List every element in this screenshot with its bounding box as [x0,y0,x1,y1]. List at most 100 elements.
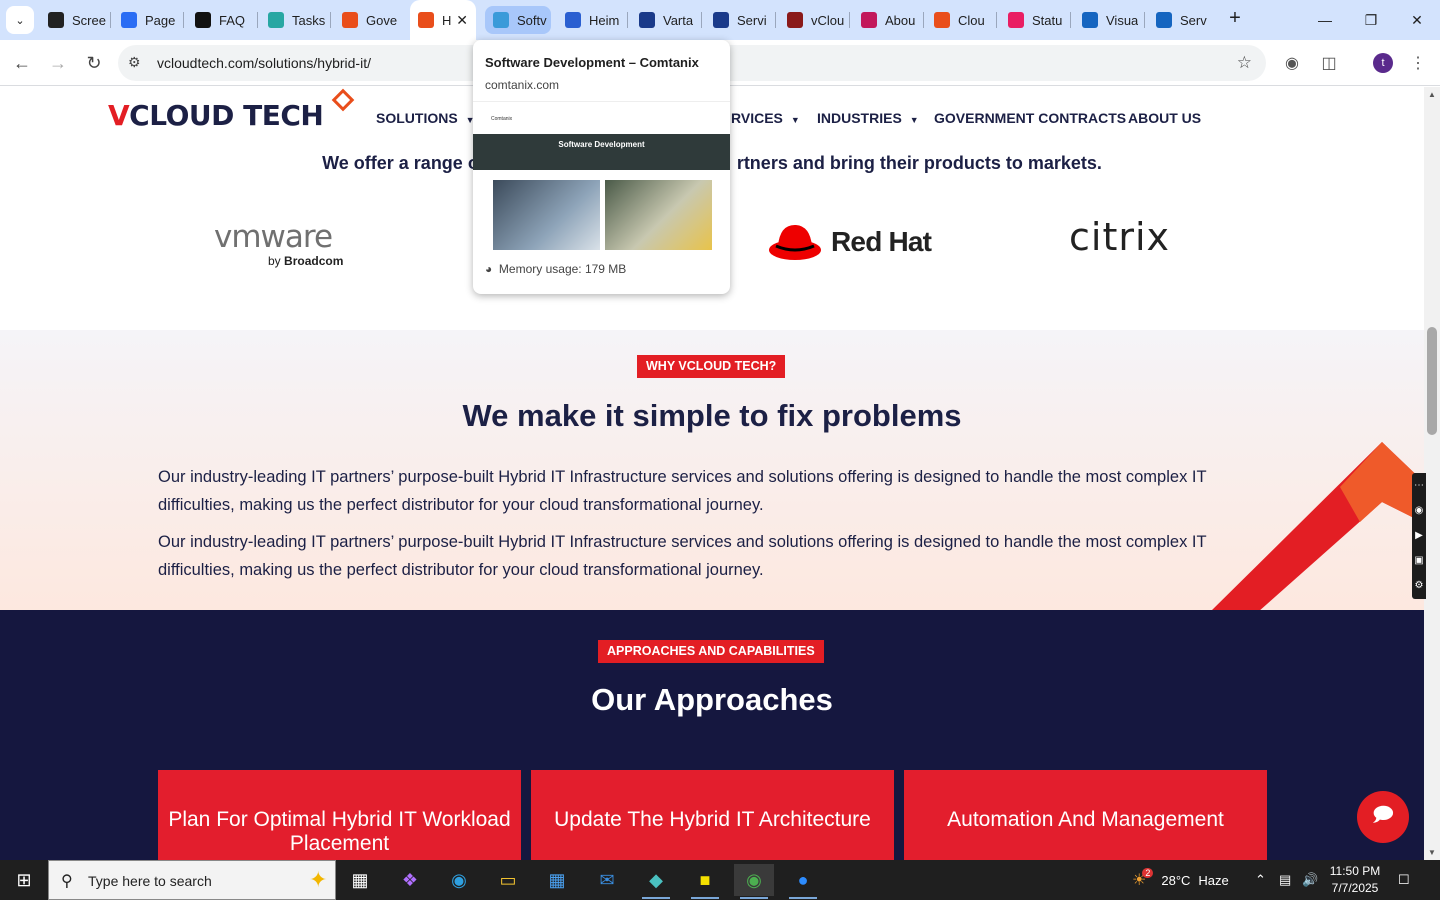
restore-button[interactable]: ❐ [1348,0,1394,40]
nav-label: RVICES [731,110,783,126]
video-icon[interactable]: ▶ [1412,523,1426,548]
more-icon[interactable]: ⋯ [1412,473,1426,498]
bookmark-star-icon[interactable]: ☆ [1237,53,1252,73]
weather-desc: Haze [1198,872,1229,888]
approach-card[interactable]: Automation And Management [904,770,1267,860]
browser-tab[interactable]: FAQ [187,6,255,34]
browser-tab[interactable]: Servi [705,6,773,34]
tab-hover-card: Software Development – Comtanix comtanix… [473,40,730,294]
memory-usage-text: Memory usage: 179 MB [498,262,627,276]
browser-tab[interactable]: Clou [926,6,994,34]
approach-card[interactable]: Update The Hybrid IT Architecture [531,770,894,860]
tab-separator [110,12,111,28]
why-heading: We make it simple to fix problems [462,398,962,433]
app-icon[interactable]: ◆ [636,864,676,899]
redhat-hat-icon [769,224,821,260]
thumb-image [605,180,712,250]
nav-about-us[interactable]: ABOUT US [1128,110,1201,126]
camera-icon[interactable]: ◉ [1412,498,1426,523]
forward-button[interactable]: → [45,50,71,76]
chat-button[interactable]: 🗩 [1357,791,1409,843]
browser-tab[interactable]: Varta [631,6,699,34]
scrollbar-thumb[interactable] [1427,327,1437,435]
close-window-button[interactable]: ✕ [1394,0,1440,40]
tray-chevron-icon[interactable]: ⌃ [1255,860,1266,900]
browser-tab[interactable]: Softv [485,6,551,34]
volume-icon[interactable]: 🔊 [1302,860,1318,900]
zoom-icon[interactable]: ● [783,864,823,899]
screen-capture-toolbar: ⋯ ◉ ▶ ▣ ⚙ [1412,473,1426,599]
taskbar-search[interactable]: ⚲ Type here to search ✦ [48,860,336,900]
browser-tab[interactable]: Tasks [260,6,328,34]
weather-widget[interactable]: ☀ 2 28°C Haze [1132,860,1229,900]
new-tab-button[interactable]: + [1224,8,1246,30]
tab-title: Scree [72,12,106,28]
citrix-logo: citrix [1069,215,1171,259]
file-explorer-icon[interactable]: ▭ [488,864,528,896]
back-button[interactable]: ← [9,50,35,76]
scroll-up-icon[interactable]: ▲ [1428,90,1436,99]
search-placeholder: Type here to search [88,873,212,889]
notifications-icon[interactable]: ☐ [1398,860,1410,900]
tab-strip: ⌄ Scree Page FAQ Tasks Gove H ✕ Softv Heim Varta S… [0,0,1440,40]
chrome-icon[interactable]: ◉ [734,864,774,899]
nav-services[interactable]: RVICES ▼ [731,110,800,126]
redhat-logo-text: Red Hat [831,226,932,257]
browser-tab[interactable]: Statu [1000,6,1068,34]
mail-icon[interactable]: ✉ [587,864,627,896]
browser-tab[interactable]: Gove [334,6,404,34]
nav-solutions[interactable]: SOLUTIONS ▼ [376,110,475,126]
tab-title: Varta [663,12,694,28]
windows-logo-icon: ⊞ [16,869,32,890]
task-view-icon[interactable]: ▦ [340,864,380,896]
approach-card[interactable]: Plan For Optimal Hybrid IT Workload Plac… [158,770,521,860]
site-logo[interactable]: VCLOUD TECH [108,99,324,132]
profile-avatar[interactable]: t [1373,53,1393,73]
start-button[interactable]: ⊞ [0,860,48,900]
network-icon[interactable]: ▤ [1279,860,1291,900]
tab-title: Visua [1106,12,1139,28]
browser-tab[interactable]: H ✕ [410,0,476,40]
nav-government-contracts[interactable]: GOVERNMENT CONTRACTS [934,110,1126,126]
browser-tab[interactable]: Visua [1074,6,1142,34]
translate-icon[interactable]: ◉ [1281,52,1303,74]
nav-industries[interactable]: INDUSTRIES ▼ [817,110,919,126]
v-icon [787,12,803,28]
tab-separator [1070,12,1071,28]
site-info-icon[interactable]: ⚙ [128,54,141,71]
slash-icon [934,12,950,28]
edge-icon[interactable]: ◉ [439,864,479,896]
tab-separator [627,12,628,28]
menu-kebab-icon[interactable]: ⋮ [1407,52,1429,74]
window-icon[interactable]: ▣ [1412,548,1426,573]
browser-tab[interactable]: Scree [40,6,108,34]
sticky-notes-icon[interactable]: ■ [685,864,725,899]
search-icon: ⚲ [61,873,73,890]
browser-tab[interactable]: vClou [779,6,847,34]
browser-tab[interactable]: Serv [1148,6,1218,34]
thumb-brand: Comtanix [491,116,513,122]
page-scrollbar[interactable]: ▲ ▼ [1424,87,1440,860]
taskbar-clock[interactable]: 11:50 PM 7/7/2025 [1324,863,1386,897]
store-icon[interactable]: ▦ [537,864,577,896]
comtanix-icon [493,12,509,28]
tab-title: H [442,12,452,28]
vmware-by: by [268,254,281,268]
sparkle-icon: ✦ [309,867,328,892]
reload-button[interactable]: ↻ [81,50,107,76]
minimize-button[interactable]: — [1302,0,1348,40]
close-tab-icon[interactable]: ✕ [456,12,468,29]
openai-icon [195,12,211,28]
browser-tab[interactable]: Heim [557,6,625,34]
browser-tab[interactable]: Page [113,6,181,34]
screencast-icon [48,12,64,28]
browser-tab[interactable]: Abou [853,6,921,34]
copilot-icon[interactable]: ❖ [390,864,430,896]
settings-gear-icon[interactable]: ⚙ [1412,573,1426,598]
url-text[interactable]: vcloudtech.com/solutions/hybrid-it/ [157,55,371,71]
tab-search-button[interactable]: ⌄ [6,6,34,34]
vcloud-gem-icon [418,12,434,28]
pulse-icon [1082,12,1098,28]
extensions-icon[interactable]: ◫ [1318,52,1340,74]
scroll-down-icon[interactable]: ▼ [1428,848,1436,857]
